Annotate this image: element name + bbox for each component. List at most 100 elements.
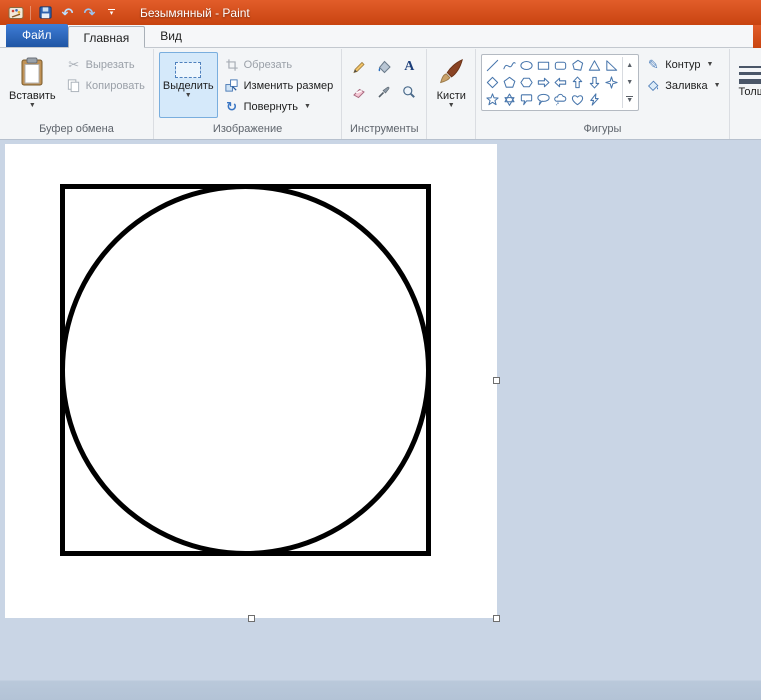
clipboard-small-buttons: ✂ Вырезать Копировать <box>63 52 148 95</box>
shape-left-arrow-icon[interactable] <box>552 74 569 91</box>
tools-grid: A <box>347 52 421 104</box>
text-tool-button[interactable]: A <box>397 55 421 79</box>
shape-heart-icon[interactable] <box>569 91 586 108</box>
shape-polygon-icon[interactable] <box>569 57 586 74</box>
shape-diamond-icon[interactable] <box>484 74 501 91</box>
shape-pentagon-icon[interactable] <box>501 74 518 91</box>
window-title: Безымянный - Paint <box>140 5 250 20</box>
shape-cloud-callout-icon[interactable] <box>552 91 569 108</box>
shape-five-point-star-icon[interactable] <box>484 91 501 108</box>
crop-button[interactable]: Обрезать <box>221 55 337 74</box>
tab-view[interactable]: Вид <box>145 25 197 47</box>
brushes-group-body: Кисти ▼ <box>428 50 474 122</box>
select-label: Выделить <box>162 80 214 92</box>
dropdown-arrow-icon: ▼ <box>706 61 714 68</box>
resize-label: Изменить размер <box>243 79 334 92</box>
outline-button[interactable]: ✎ Контур ▼ <box>642 55 723 74</box>
resize-icon <box>224 78 240 94</box>
shape-hexagon-icon[interactable] <box>518 74 535 91</box>
gallery-scroll-down-icon[interactable]: ▼ <box>623 74 636 91</box>
resize-button[interactable]: Изменить размер <box>221 76 337 95</box>
shape-rounded-rectangle-icon[interactable] <box>552 57 569 74</box>
eyedropper-icon <box>378 86 390 98</box>
image-small-buttons: Обрезать Изменить размер ↻ Повернуть ▼ <box>221 52 337 116</box>
tab-file[interactable]: Файл <box>6 24 68 47</box>
dropdown-arrow-icon: ▼ <box>447 102 455 109</box>
shape-up-arrow-icon[interactable] <box>569 74 586 91</box>
brushes-label: Кисти <box>436 90 466 102</box>
shape-right-triangle-icon[interactable] <box>603 57 620 74</box>
brush-icon <box>440 59 464 84</box>
fill-tool-button[interactable] <box>372 55 396 79</box>
shape-gallery-scroll: ▲ ▼ ▼ <box>622 57 636 108</box>
paste-button[interactable]: Вставить ▼ <box>5 52 60 118</box>
tools-group-label: Инструменты <box>349 123 419 135</box>
shape-triangle-icon[interactable] <box>586 57 603 74</box>
image-group-label: Изображение <box>212 123 283 135</box>
clipboard-group-label: Буфер обмена <box>39 123 114 135</box>
cut-button[interactable]: ✂ Вырезать <box>63 55 148 74</box>
image-group-body: Выделить ▼ Обрезать Изменить размер ↻ По… <box>155 50 340 122</box>
outline-icon: ✎ <box>647 56 659 72</box>
scissors-icon: ✂ <box>68 56 80 72</box>
pencil-tool-button[interactable] <box>347 55 371 79</box>
dropdown-arrow-icon: ▼ <box>184 92 192 99</box>
fill-button[interactable]: Заливка ▼ <box>642 76 723 95</box>
gallery-scroll-up-icon[interactable]: ▲ <box>623 57 636 74</box>
copy-icon <box>66 78 82 94</box>
shape-oval-icon[interactable] <box>518 57 535 74</box>
select-button[interactable]: Выделить ▼ <box>158 52 218 118</box>
thickness-group: Толщ <box>730 49 761 139</box>
shape-six-point-star-icon[interactable] <box>501 91 518 108</box>
shapes-group-body: ▲ ▼ ▼ ✎ Контур ▼ Заливка ▼ <box>477 50 727 122</box>
color-picker-tool-button[interactable] <box>372 80 396 104</box>
magnifier-icon <box>403 86 416 98</box>
paint-bucket-icon <box>378 60 391 74</box>
gallery-more-icon[interactable]: ▼ <box>623 91 636 108</box>
customize-quick-access-icon[interactable]: ▾ <box>102 3 121 22</box>
crop-label: Обрезать <box>243 58 293 71</box>
magnifier-tool-button[interactable] <box>397 80 421 104</box>
thickness-button[interactable]: Толщ <box>735 52 761 118</box>
eraser-icon <box>353 88 366 99</box>
copy-label: Копировать <box>85 79 145 92</box>
paint-app-icon[interactable] <box>6 3 25 22</box>
shape-rounded-callout-icon[interactable] <box>518 91 535 108</box>
shape-right-arrow-icon[interactable] <box>535 74 552 91</box>
paint-window: ↶ ↷ ▾ Безымянный - Paint Файл Главная Ви… <box>0 0 761 700</box>
clipboard-group-body: Вставить ▼ ✂ Вырезать Копировать <box>1 50 152 122</box>
title-bar: ↶ ↷ ▾ Безымянный - Paint <box>0 0 761 25</box>
shape-rectangle-icon[interactable] <box>535 57 552 74</box>
ribbon: Вставить ▼ ✂ Вырезать Копировать Буфер о… <box>0 48 761 140</box>
drawing-canvas[interactable] <box>5 144 497 618</box>
rotate-button[interactable]: ↻ Повернуть ▼ <box>221 97 337 116</box>
rotate-icon: ↻ <box>226 98 238 114</box>
copy-button[interactable]: Копировать <box>63 76 148 95</box>
eraser-tool-button[interactable] <box>347 80 371 104</box>
drawn-circle <box>60 184 431 556</box>
canvas-resize-handle-corner[interactable] <box>493 615 500 622</box>
work-area <box>0 140 761 700</box>
shape-four-point-star-icon[interactable] <box>603 74 620 91</box>
shape-options: ✎ Контур ▼ Заливка ▼ <box>642 52 723 95</box>
crop-icon <box>224 57 240 73</box>
brushes-button[interactable]: Кисти ▼ <box>432 52 470 118</box>
dropdown-arrow-icon: ▼ <box>28 102 36 109</box>
clipboard-group: Вставить ▼ ✂ Вырезать Копировать Буфер о… <box>0 49 154 139</box>
tab-home[interactable]: Главная <box>67 26 146 48</box>
redo-icon[interactable]: ↷ <box>80 3 99 22</box>
shape-oval-callout-icon[interactable] <box>535 91 552 108</box>
undo-icon[interactable]: ↶ <box>58 3 77 22</box>
shape-curve-icon[interactable] <box>501 57 518 74</box>
qat-separator <box>30 5 31 20</box>
thickness-group-label <box>731 122 761 139</box>
line-thickness-icon <box>739 66 761 84</box>
shape-lightning-icon[interactable] <box>586 91 603 108</box>
canvas-resize-handle-right[interactable] <box>493 377 500 384</box>
shapes-group: ▲ ▼ ▼ ✎ Контур ▼ Заливка ▼ Фигуры <box>476 49 730 139</box>
save-icon[interactable] <box>36 3 55 22</box>
clipboard-icon <box>21 57 43 86</box>
shape-down-arrow-icon[interactable] <box>586 74 603 91</box>
canvas-resize-handle-bottom[interactable] <box>248 615 255 622</box>
shape-line-icon[interactable] <box>484 57 501 74</box>
